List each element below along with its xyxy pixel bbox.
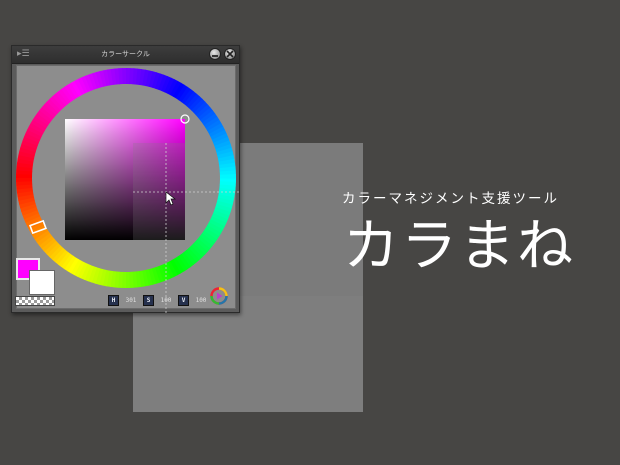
hue-ring-segment [16,177,33,182]
background-color-swatch[interactable] [29,270,55,295]
tagline: カラーマネジメント支援ツール [342,191,559,207]
saturation-label: S [143,294,154,306]
transparent-color-swatch[interactable] [15,296,55,306]
saturation-value: 100 [160,296,172,304]
hue-ring-segment [219,174,236,179]
hue-ring-segment [122,68,127,85]
value-label: V [178,294,189,306]
hue-value: 301 [125,296,137,304]
hsv-readout: H 301 S 100 V 100 [108,294,213,306]
color-mode-icon[interactable] [210,287,228,305]
hue-label: H [108,294,119,306]
saturation-value-square[interactable] [65,119,185,240]
hue-ring-segment [125,271,130,288]
value-value: 100 [195,296,207,304]
logo-text: カラまね [343,214,575,279]
